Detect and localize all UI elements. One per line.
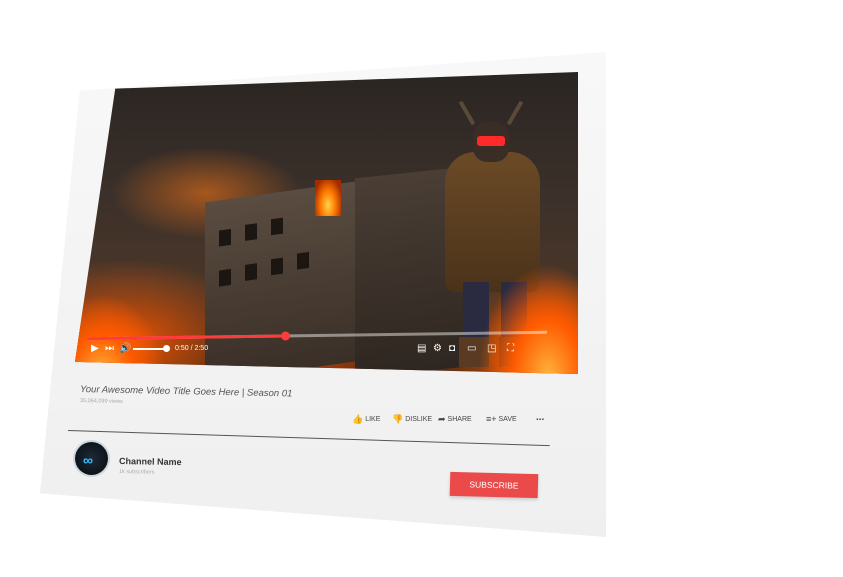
action-bar: 👍 LIKE 👎 DISLIKE ➦ SHARE ≡+ SAVE ...	[352, 412, 552, 428]
like-button[interactable]: 👍 LIKE	[352, 414, 380, 425]
window	[271, 257, 283, 276]
share-label: SHARE	[447, 416, 472, 423]
volume-slider-knob[interactable]	[163, 345, 170, 352]
window	[245, 263, 257, 281]
character-visor	[477, 136, 505, 146]
playlist-add-icon: ≡+	[486, 414, 497, 424]
next-icon[interactable]: ⏭	[105, 343, 114, 355]
save-button[interactable]: ≡+ SAVE	[486, 414, 517, 424]
volume-icon[interactable]: 🔊	[119, 343, 131, 355]
window	[219, 268, 231, 287]
dislike-button[interactable]: 👎 DISLIKE	[392, 414, 432, 425]
volume-slider[interactable]	[133, 348, 165, 350]
infinity-logo-icon: ∞	[83, 452, 93, 468]
share-icon: ➦	[438, 414, 446, 424]
theater-icon[interactable]: ▭	[467, 343, 476, 355]
thumbs-up-icon: 👍	[352, 414, 364, 424]
gear-icon[interactable]: ⚙	[433, 343, 442, 355]
miniplayer-icon[interactable]: ◘	[449, 343, 455, 355]
player-controls: ▶ ⏭ 🔊 0:50 / 2:50 ▤ ⚙ ◘ ▭ ◳ ⛶	[87, 340, 557, 360]
dislike-label: DISLIKE	[405, 416, 433, 423]
window	[271, 217, 283, 236]
window	[297, 251, 309, 270]
share-button[interactable]: ➦ SHARE	[438, 414, 472, 425]
like-label: LIKE	[365, 416, 381, 423]
cast-icon[interactable]: ◳	[487, 343, 496, 355]
window	[245, 223, 257, 241]
window	[219, 228, 231, 247]
more-options-icon[interactable]: ...	[536, 412, 544, 423]
video-player[interactable]: ▶ ⏭ 🔊 0:50 / 2:50 ▤ ⚙ ◘ ▭ ◳ ⛶	[75, 72, 578, 374]
view-count: 35,064,099 views	[79, 398, 123, 405]
flames	[75, 294, 165, 374]
mockup-scene: ▶ ⏭ 🔊 0:50 / 2:50 ▤ ⚙ ◘ ▭ ◳ ⛶ Your Aweso…	[0, 0, 843, 577]
subscribe-button[interactable]: SUBSCRIBE	[449, 471, 539, 499]
subscriber-count: 1k subscribers	[118, 469, 155, 476]
fullscreen-icon[interactable]: ⛶	[507, 343, 514, 355]
antler	[458, 100, 476, 126]
play-icon[interactable]: ▶	[91, 343, 99, 355]
channel-avatar[interactable]: ∞	[75, 442, 108, 475]
save-label: SAVE	[498, 415, 517, 423]
channel-name[interactable]: Channel Name	[119, 456, 182, 467]
antler	[506, 100, 524, 126]
burning-window	[315, 180, 341, 216]
thumbs-down-icon: 👎	[392, 414, 404, 424]
time-display: 0:50 / 2:50	[175, 345, 209, 352]
captions-icon[interactable]: ▤	[417, 343, 426, 355]
